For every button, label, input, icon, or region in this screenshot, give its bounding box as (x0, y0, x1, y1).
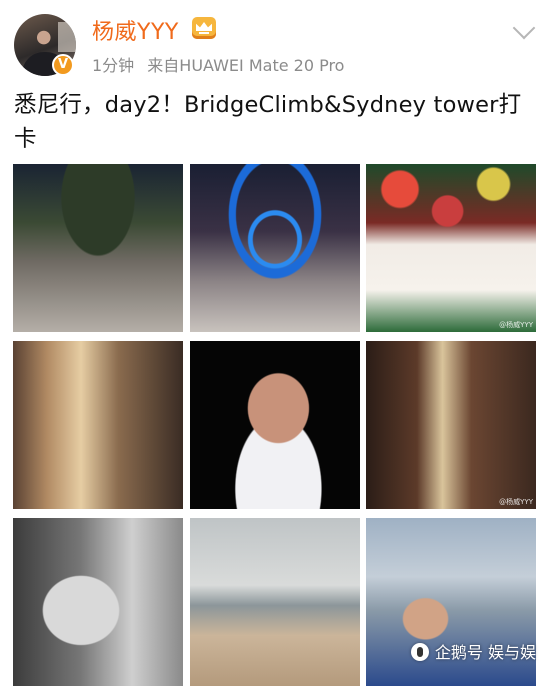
photo-3[interactable]: @杨威YYY (366, 164, 536, 332)
photo-2[interactable] (190, 164, 360, 332)
post-header: V 杨威YYY 1分钟 来自HUAWEI Mate 20 Pro (0, 0, 548, 90)
avatar-background (58, 22, 76, 52)
photo-7[interactable] (13, 518, 183, 686)
username[interactable]: 杨威YYY (92, 14, 179, 46)
post-source: 来自HUAWEI Mate 20 Pro (147, 56, 345, 75)
photo-6[interactable]: @杨威YYY (366, 341, 536, 509)
footer-watermark-text: 企鹅号 娱与娱 (434, 643, 536, 662)
post-time: 1分钟 (92, 56, 135, 75)
photo-4[interactable] (13, 341, 183, 509)
photo-watermark: @杨威YYY (499, 321, 533, 329)
penguin-icon (410, 643, 429, 661)
chevron-down-icon[interactable] (512, 16, 536, 40)
post-text: 悉尼行，day2！BridgeClimb&Sydney tower打卡 (14, 92, 522, 152)
photo-8[interactable] (190, 518, 360, 686)
photo-1[interactable] (13, 164, 183, 332)
vip-crown-icon[interactable] (192, 17, 216, 39)
footer-watermark: 企鹅号 娱与娱 (410, 639, 536, 663)
post-meta: 1分钟 来自HUAWEI Mate 20 Pro (92, 52, 344, 76)
verified-badge-icon: V (52, 54, 74, 76)
weibo-post: V 杨威YYY 1分钟 来自HUAWEI Mate 20 Pro 悉尼行，day… (0, 0, 548, 686)
photo-5[interactable] (190, 341, 360, 509)
photo-watermark: @杨威YYY (499, 498, 533, 506)
